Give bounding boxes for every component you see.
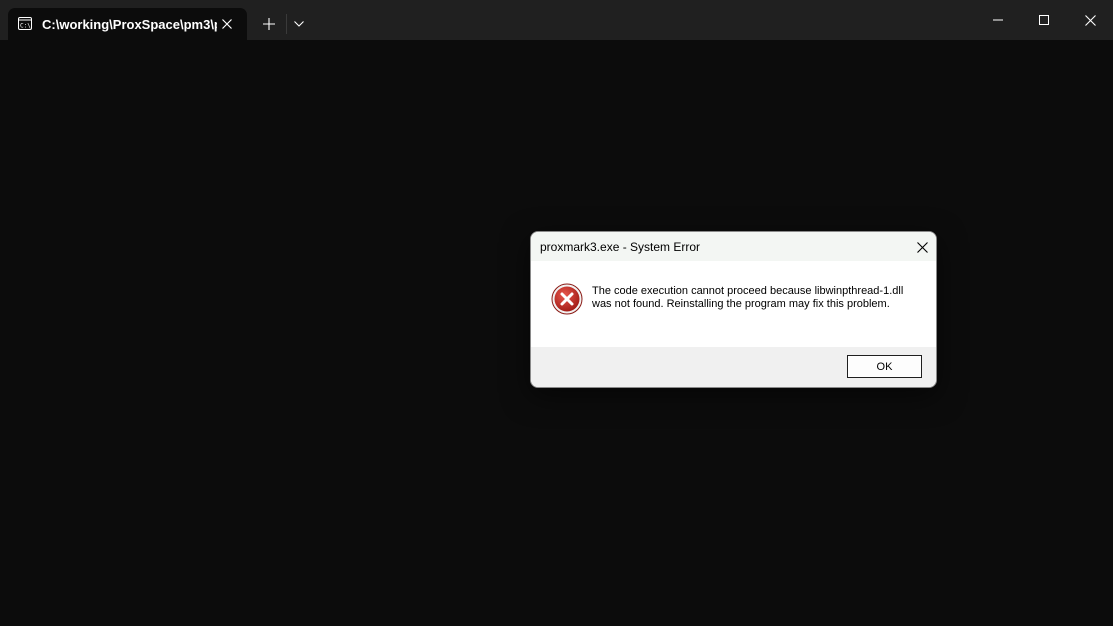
close-button[interactable] [1067,0,1113,40]
system-error-dialog: proxmark3.exe - System Error The code ex… [530,231,937,388]
svg-text:C:\: C:\ [20,23,31,30]
close-icon [1084,14,1096,26]
title-bar: C:\ C:\working\ProxSpace\pm3\p [0,0,1113,40]
dialog-title: proxmark3.exe - System Error [540,240,701,254]
tab-title: C:\working\ProxSpace\pm3\p [42,17,217,32]
close-icon [222,19,232,29]
dialog-body: The code execution cannot proceed becaus… [531,261,936,347]
error-message: The code execution cannot proceed becaus… [592,285,904,310]
new-tab-dropdown-button[interactable] [288,12,310,36]
minimize-button[interactable] [975,0,1021,40]
tab-terminal[interactable]: C:\ C:\working\ProxSpace\pm3\p [8,8,247,40]
chevron-down-icon [294,21,304,27]
maximize-icon [1039,15,1049,25]
dialog-footer: OK [531,347,936,387]
tab-separator [286,14,287,34]
new-tab-button[interactable] [257,12,281,36]
terminal-icon: C:\ [18,17,32,30]
dialog-title-bar: proxmark3.exe - System Error [531,232,936,261]
ok-button[interactable]: OK [847,355,922,378]
plus-icon [263,18,275,30]
maximize-button[interactable] [1021,0,1067,40]
terminal-window: C:\ C:\working\ProxSpace\pm3\p proxmark3… [0,0,1113,626]
dialog-close-button[interactable] [910,236,934,258]
close-icon [916,241,928,253]
error-icon [551,283,583,315]
tab-close-button[interactable] [217,14,237,34]
minimize-icon [993,19,1003,21]
